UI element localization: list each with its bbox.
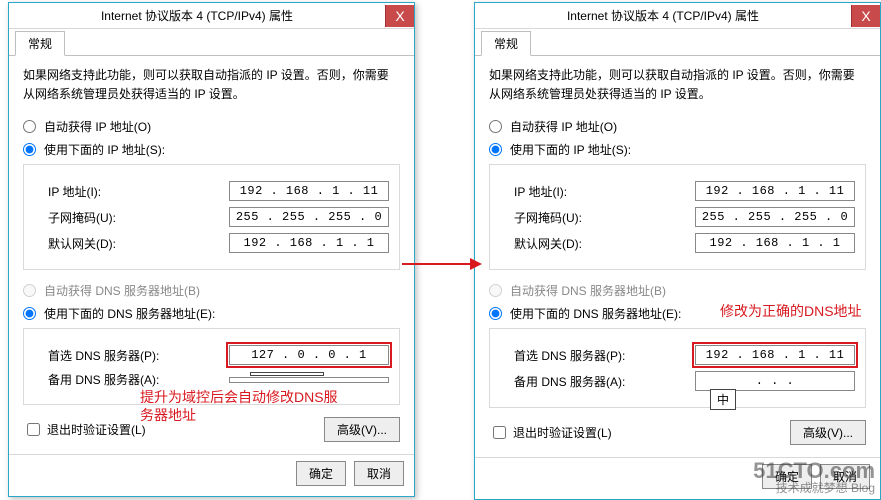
gw-label: 默认网关(D): bbox=[34, 235, 229, 252]
close-icon[interactable]: X bbox=[385, 5, 414, 27]
validate-checkbox-row[interactable]: 退出时验证设置(L) bbox=[489, 423, 790, 442]
ime-candidate-left bbox=[250, 372, 324, 376]
radio-manual-ip-input[interactable] bbox=[23, 143, 36, 156]
radio-auto-dns-input bbox=[489, 284, 502, 297]
dns1-input[interactable]: 192 . 168 . 1 . 11 bbox=[695, 345, 855, 365]
dns-group: 首选 DNS 服务器(P): 192 . 168 . 1 . 11 备用 DNS… bbox=[489, 328, 866, 408]
dns1-label: 首选 DNS 服务器(P): bbox=[34, 347, 229, 364]
watermark-main: 51CTO.com bbox=[753, 460, 875, 482]
ip-label: IP 地址(I): bbox=[34, 183, 229, 200]
radio-manual-dns-label: 使用下面的 DNS 服务器地址(E): bbox=[44, 305, 215, 322]
titlebar: Internet 协议版本 4 (TCP/IPv4) 属性 X bbox=[9, 3, 414, 29]
mask-input[interactable]: 255 . 255 . 255 . 0 bbox=[229, 207, 389, 227]
tab-strip: 常规 bbox=[9, 29, 414, 56]
radio-manual-dns-input[interactable] bbox=[23, 307, 36, 320]
dns1-input[interactable]: 127 . 0 . 0 . 1 bbox=[229, 345, 389, 365]
radio-auto-dns-label: 自动获得 DNS 服务器地址(B) bbox=[510, 282, 666, 299]
annotation-right: 修改为正确的DNS地址 bbox=[720, 302, 881, 320]
radio-manual-ip-label: 使用下面的 IP 地址(S): bbox=[510, 141, 631, 158]
validate-checkbox[interactable] bbox=[493, 426, 506, 439]
mask-label: 子网掩码(U): bbox=[500, 209, 695, 226]
titlebar: Internet 协议版本 4 (TCP/IPv4) 属性 X bbox=[475, 3, 880, 29]
radio-auto-dns: 自动获得 DNS 服务器地址(B) bbox=[23, 282, 400, 299]
ip-label: IP 地址(I): bbox=[500, 183, 695, 200]
tcpip-dialog-after: Internet 协议版本 4 (TCP/IPv4) 属性 X 常规 如果网络支… bbox=[474, 2, 881, 500]
advanced-button[interactable]: 高级(V)... bbox=[790, 420, 866, 445]
validate-label: 退出时验证设置(L) bbox=[47, 421, 146, 438]
annotation-left: 提升为域控后会自动修改DNS服务器地址 bbox=[140, 388, 350, 424]
validate-label: 退出时验证设置(L) bbox=[513, 424, 612, 441]
radio-auto-dns-input bbox=[23, 284, 36, 297]
watermark: 51CTO.com 技术成就梦想 Blog bbox=[753, 460, 875, 494]
mask-label: 子网掩码(U): bbox=[34, 209, 229, 226]
ip-input[interactable]: 192 . 168 . 1 . 11 bbox=[229, 181, 389, 201]
tab-strip: 常规 bbox=[475, 29, 880, 56]
validate-checkbox[interactable] bbox=[27, 423, 40, 436]
ok-button[interactable]: 确定 bbox=[296, 461, 346, 486]
ime-candidate-right: 中 bbox=[710, 389, 736, 410]
ip-input[interactable]: 192 . 168 . 1 . 11 bbox=[695, 181, 855, 201]
radio-auto-ip-label: 自动获得 IP 地址(O) bbox=[44, 118, 151, 135]
radio-auto-ip[interactable]: 自动获得 IP 地址(O) bbox=[489, 118, 866, 135]
cancel-button[interactable]: 取消 bbox=[354, 461, 404, 486]
arrow-icon bbox=[402, 256, 482, 272]
radio-manual-dns-input[interactable] bbox=[489, 307, 502, 320]
radio-auto-dns-label: 自动获得 DNS 服务器地址(B) bbox=[44, 282, 200, 299]
radio-manual-ip[interactable]: 使用下面的 IP 地址(S): bbox=[23, 141, 400, 158]
window-title: Internet 协议版本 4 (TCP/IPv4) 属性 bbox=[9, 3, 385, 28]
dialog-footer: 确定 取消 bbox=[9, 454, 414, 496]
radio-manual-dns[interactable]: 使用下面的 DNS 服务器地址(E): bbox=[23, 305, 400, 322]
tab-general[interactable]: 常规 bbox=[481, 31, 531, 56]
dns2-label: 备用 DNS 服务器(A): bbox=[500, 373, 695, 390]
radio-auto-dns: 自动获得 DNS 服务器地址(B) bbox=[489, 282, 866, 299]
gw-input[interactable]: 192 . 168 . 1 . 1 bbox=[695, 233, 855, 253]
radio-auto-ip-label: 自动获得 IP 地址(O) bbox=[510, 118, 617, 135]
dns2-label: 备用 DNS 服务器(A): bbox=[34, 371, 229, 388]
radio-manual-ip-label: 使用下面的 IP 地址(S): bbox=[44, 141, 165, 158]
mask-input[interactable]: 255 . 255 . 255 . 0 bbox=[695, 207, 855, 227]
radio-manual-ip[interactable]: 使用下面的 IP 地址(S): bbox=[489, 141, 866, 158]
dns1-label: 首选 DNS 服务器(P): bbox=[500, 347, 695, 364]
radio-auto-ip-input[interactable] bbox=[23, 120, 36, 133]
window-title: Internet 协议版本 4 (TCP/IPv4) 属性 bbox=[475, 3, 851, 28]
ip-group: IP 地址(I): 192 . 168 . 1 . 11 子网掩码(U): 25… bbox=[489, 164, 866, 270]
radio-auto-ip-input[interactable] bbox=[489, 120, 502, 133]
gw-input[interactable]: 192 . 168 . 1 . 1 bbox=[229, 233, 389, 253]
tab-general[interactable]: 常规 bbox=[15, 31, 65, 56]
intro-text: 如果网络支持此功能，则可以获取自动指派的 IP 设置。否则，你需要从网络系统管理… bbox=[23, 66, 400, 104]
intro-text: 如果网络支持此功能，则可以获取自动指派的 IP 设置。否则，你需要从网络系统管理… bbox=[489, 66, 866, 104]
radio-auto-ip[interactable]: 自动获得 IP 地址(O) bbox=[23, 118, 400, 135]
close-icon[interactable]: X bbox=[851, 5, 880, 27]
radio-manual-dns-label: 使用下面的 DNS 服务器地址(E): bbox=[510, 305, 681, 322]
watermark-sub: 技术成就梦想 Blog bbox=[753, 482, 875, 494]
gw-label: 默认网关(D): bbox=[500, 235, 695, 252]
dns2-input[interactable] bbox=[229, 377, 389, 383]
radio-manual-ip-input[interactable] bbox=[489, 143, 502, 156]
ip-group: IP 地址(I): 192 . 168 . 1 . 11 子网掩码(U): 25… bbox=[23, 164, 400, 270]
